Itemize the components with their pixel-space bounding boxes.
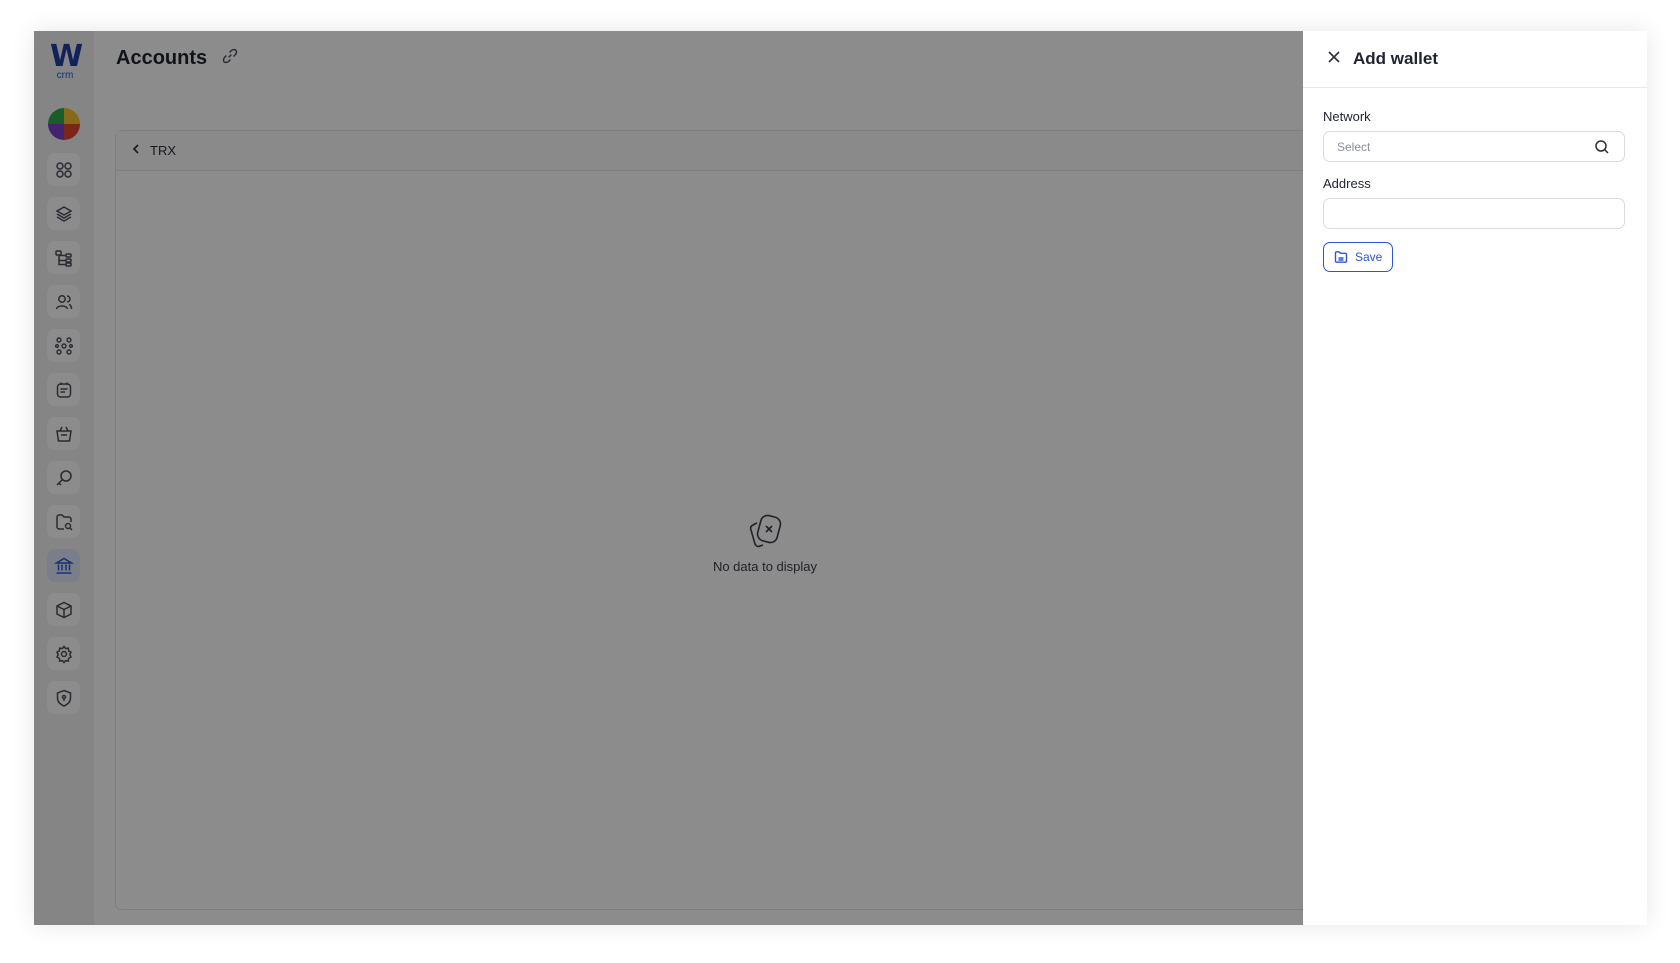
save-folder-icon [1334, 251, 1348, 263]
close-button[interactable] [1327, 50, 1341, 69]
network-label: Network [1323, 109, 1371, 124]
save-label: Save [1355, 250, 1383, 264]
close-icon [1328, 50, 1340, 63]
address-field[interactable] [1323, 198, 1625, 229]
address-label: Address [1323, 176, 1371, 191]
search-icon [1595, 140, 1609, 154]
save-button[interactable]: Save [1323, 242, 1394, 272]
app-window: W crm Accounts TRX No data to display Ad… [34, 31, 1647, 925]
drawer-header: Add wallet [1303, 31, 1647, 88]
add-wallet-drawer: Add wallet Network Select Address Save [1303, 31, 1647, 925]
network-select[interactable]: Select [1323, 131, 1625, 162]
network-placeholder: Select [1337, 140, 1371, 154]
drawer-title: Add wallet [1353, 49, 1439, 68]
